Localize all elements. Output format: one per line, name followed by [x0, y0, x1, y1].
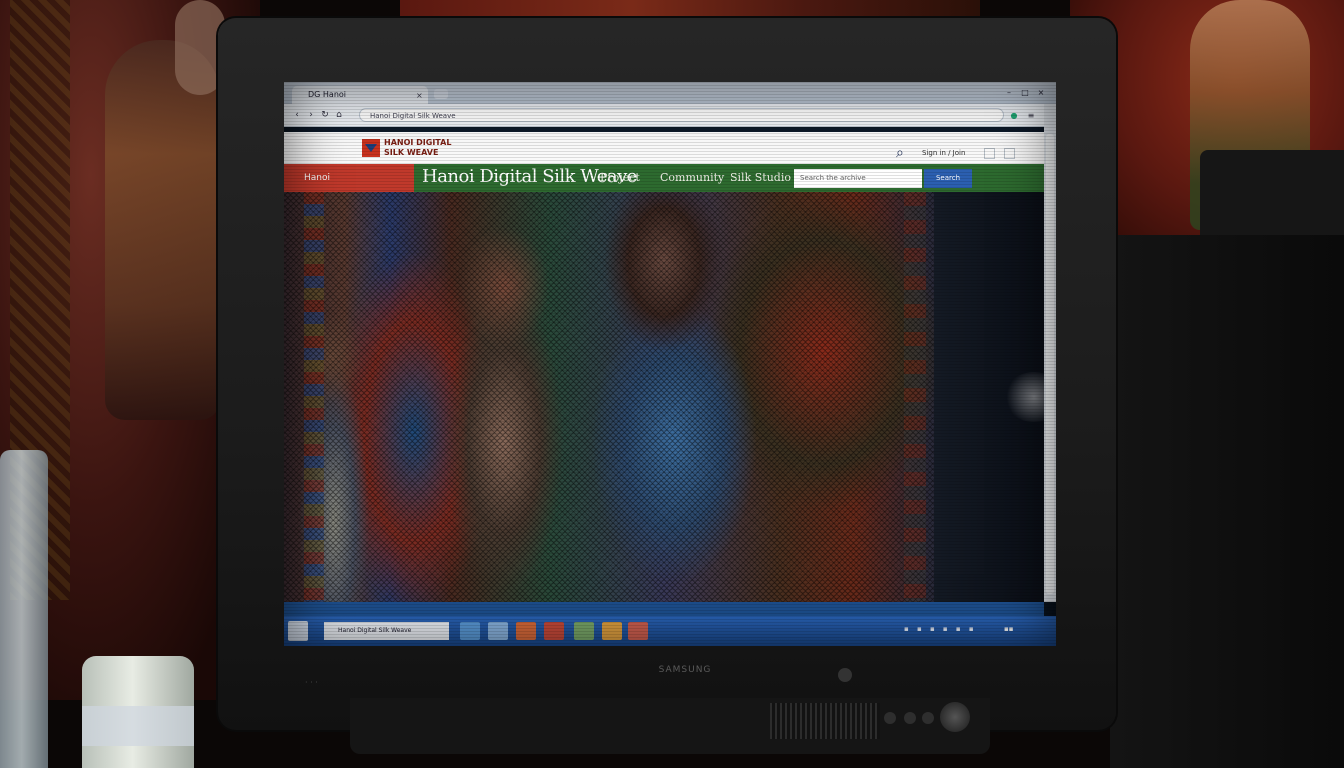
site-header: HANOI DIGITAL SILK WEAVE ⌕ Sign in / Joi…	[284, 132, 1056, 164]
logo-mark	[365, 144, 377, 152]
nav-link-project[interactable]: Project	[600, 164, 640, 192]
clock[interactable]: ▪▪	[1004, 625, 1014, 633]
menu-icon[interactable]: ≡	[1026, 111, 1036, 121]
cart-icon[interactable]	[984, 148, 995, 159]
minimize-icon[interactable]: –	[1002, 87, 1016, 98]
account-icon[interactable]	[1004, 148, 1015, 159]
scroll-thumb[interactable]	[1046, 134, 1054, 594]
taskbar-app-icon[interactable]	[602, 622, 622, 640]
system-tray[interactable]: ▪ ▪ ▪ ▪ ▪ ▪	[904, 625, 977, 633]
start-icon[interactable]	[288, 621, 308, 641]
taskbar-app-icon[interactable]	[460, 622, 480, 640]
monitor-button[interactable]	[884, 712, 896, 724]
refresh-icon[interactable]: ↻	[320, 110, 330, 120]
nav-search-button[interactable]: Search	[924, 169, 972, 188]
site-nav: Hanoi Hanoi Digital Silk Weave Project C…	[284, 164, 1044, 192]
address-bar: ‹ › ↻ ⌂ Hanoi Digital Silk Weave ● ≡	[284, 104, 1056, 127]
monitor-knob[interactable]	[940, 702, 970, 732]
taskbar-app-icon[interactable]	[574, 622, 594, 640]
hero-silk-image	[284, 192, 1044, 602]
extension-icon[interactable]: ●	[1009, 111, 1019, 121]
status-line	[284, 602, 1044, 616]
monitor-screen: DG Hanoi × – □ × ‹ › ↻ ⌂ Hanoi Digital S…	[284, 82, 1056, 646]
bottle	[0, 450, 48, 768]
forward-icon[interactable]: ›	[306, 110, 316, 120]
monitor-model-label: · · ·	[305, 678, 318, 687]
close-icon[interactable]: ×	[416, 91, 423, 100]
home-icon[interactable]: ⌂	[334, 110, 344, 120]
site-logo[interactable]	[362, 139, 380, 157]
hero-weave-texture	[284, 192, 1044, 602]
logo-text: HANOI DIGITAL SILK WEAVE	[384, 138, 452, 157]
window-close-icon[interactable]: ×	[1034, 87, 1048, 98]
power-led	[838, 668, 852, 682]
taskbar: Hanoi Digital Silk Weave ▪ ▪ ▪ ▪ ▪ ▪ ▪▪	[284, 616, 1056, 646]
back-icon[interactable]: ‹	[292, 110, 302, 120]
taskbar-app-icon[interactable]	[544, 622, 564, 640]
new-tab-button[interactable]	[434, 89, 448, 99]
nav-home[interactable]: Hanoi	[284, 164, 414, 192]
poster-figure	[105, 40, 220, 420]
scrollbar[interactable]	[1044, 104, 1056, 602]
browser-tabbar: DG Hanoi × – □ ×	[284, 82, 1056, 104]
taskbar-app-icon[interactable]	[628, 622, 648, 640]
signin-link[interactable]: Sign in / Join	[922, 149, 965, 157]
nav-link-community[interactable]: Community	[660, 164, 724, 192]
taskbar-app-icon[interactable]	[488, 622, 508, 640]
browser-tab[interactable]: DG Hanoi	[292, 86, 428, 104]
monitor-brand: SAMSUNG	[658, 665, 712, 675]
search-icon[interactable]: ⌕	[896, 145, 904, 161]
monitor-vent	[770, 703, 880, 739]
jar-label	[82, 706, 194, 746]
speaker	[1110, 235, 1344, 768]
tab-title: DG Hanoi	[308, 90, 347, 99]
taskbar-app-icon[interactable]	[516, 622, 536, 640]
monitor-button[interactable]	[922, 712, 934, 724]
nav-search-input[interactable]: Search the archive	[794, 169, 922, 188]
nav-link-studio[interactable]: Silk Studio	[730, 164, 791, 192]
maximize-icon[interactable]: □	[1018, 87, 1032, 98]
taskbar-window[interactable]: Hanoi Digital Silk Weave	[324, 622, 449, 640]
monitor-button[interactable]	[904, 712, 916, 724]
monitor-base	[350, 698, 990, 754]
speaker-top	[1200, 150, 1344, 245]
url-field[interactable]: Hanoi Digital Silk Weave	[359, 108, 1004, 122]
